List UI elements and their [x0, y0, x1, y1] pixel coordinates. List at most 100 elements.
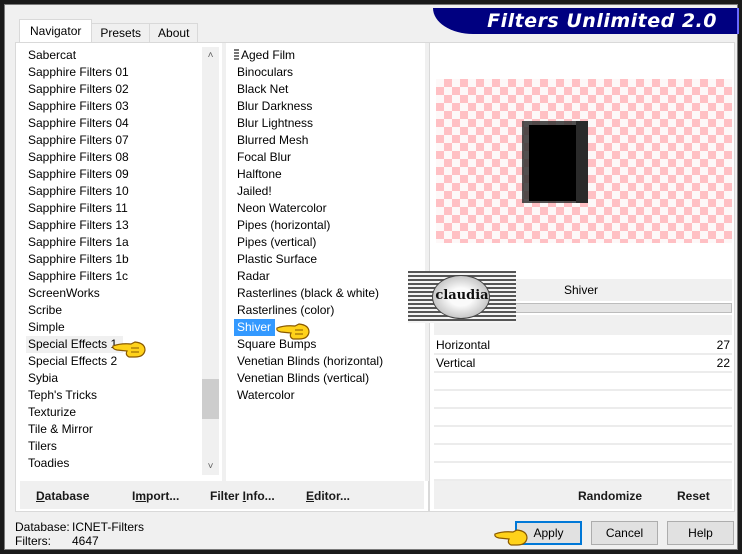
filter-item[interactable]: Neon Watercolor [234, 200, 424, 217]
editor-button[interactable]: Editor... [306, 489, 350, 503]
filter-item[interactable]: Plastic Surface [234, 251, 424, 268]
database-button[interactable]: Database [36, 489, 89, 503]
current-filter-name: Shiver [564, 283, 599, 297]
reset-button[interactable]: Reset [677, 489, 710, 503]
cancel-button[interactable]: Cancel [591, 521, 658, 545]
filter-item-label: Aged Film [241, 48, 296, 62]
category-item[interactable]: Sapphire Filters 1a [26, 234, 201, 251]
category-item[interactable]: Tile & Mirror [26, 421, 201, 438]
category-item[interactable]: Teph's Tricks [26, 387, 201, 404]
grip-icon [234, 49, 239, 60]
filter-item[interactable]: Aged Film [234, 47, 424, 64]
filter-item[interactable]: Binoculars [234, 64, 424, 81]
category-item[interactable]: Texturize [26, 404, 201, 421]
param-row-empty [434, 427, 732, 445]
watermark-text: claudia [435, 288, 489, 303]
pointing-hand-icon [276, 323, 310, 340]
list-divider [222, 43, 226, 481]
filter-item[interactable]: Black Net [234, 81, 424, 98]
status-area: Database: ICNET-Filters Filters: 4647 [15, 520, 144, 548]
banner-edge [737, 8, 739, 34]
category-item[interactable]: Sybia [26, 370, 201, 387]
category-item[interactable]: Special Effects 1 [26, 336, 124, 353]
category-item[interactable]: Sapphire Filters 03 [26, 98, 201, 115]
scrollbar-thumb[interactable] [202, 379, 219, 419]
filter-list[interactable]: Aged Film Binoculars Black Net Blur Darknes… [234, 47, 424, 404]
tab-navigator[interactable]: Navigator [19, 19, 93, 43]
category-item[interactable]: Sapphire Filters 1b [26, 251, 201, 268]
category-item[interactable]: Sapphire Filters 11 [26, 200, 201, 217]
filter-item[interactable]: Blur Darkness [234, 98, 424, 115]
category-list[interactable]: Sabercat Sapphire Filters 01 Sapphire Filt… [26, 47, 201, 475]
category-item[interactable]: Simple [26, 319, 201, 336]
filter-info-button[interactable]: Filter Info... [210, 489, 275, 503]
filter-item[interactable]: Rasterlines (black & white) [234, 285, 424, 302]
filter-item[interactable]: Focal Blur [234, 149, 424, 166]
category-item[interactable]: Sapphire Filters 13 [26, 217, 201, 234]
filters-unlimited-window: Filters Unlimited 2.0 Navigator Presets … [4, 4, 739, 550]
preview-canvas [436, 79, 732, 243]
filter-item[interactable]: Halftone [234, 166, 424, 183]
tab-about[interactable]: About [149, 23, 199, 43]
editor-button-label: ditor... [314, 489, 351, 503]
param-label: Horizontal [436, 338, 491, 352]
title-banner: Filters Unlimited 2.0 [433, 8, 739, 34]
tab-bar: Navigator Presets About [19, 19, 199, 43]
database-button-label: atabase [44, 489, 90, 503]
param-value: 27 [716, 338, 730, 352]
filter-item[interactable]: Pipes (vertical) [234, 234, 424, 251]
category-item[interactable]: Sapphire Filters 1c [26, 268, 201, 285]
status-database: Database: ICNET-Filters [15, 520, 144, 534]
category-item[interactable]: Toadies [26, 455, 201, 472]
filter-info-label-a: Filter [210, 489, 243, 503]
category-item[interactable]: Sabercat [26, 47, 201, 64]
filter-info-label-b: nfo... [246, 489, 275, 503]
filter-item[interactable]: Venetian Blinds (horizontal) [234, 353, 424, 370]
pointing-hand-icon [494, 529, 528, 546]
help-button[interactable]: Help [667, 521, 734, 545]
param-label: Vertical [436, 356, 476, 370]
navigator-button-bar: Database Import... Filter Info... Editor… [20, 481, 424, 509]
category-item[interactable]: Sapphire Filters 02 [26, 81, 201, 98]
category-item[interactable]: Sapphire Filters 01 [26, 64, 201, 81]
filter-item[interactable]: Pipes (horizontal) [234, 217, 424, 234]
filter-item[interactable]: Square Bumps [234, 336, 424, 353]
watermark-stamp: claudia [408, 271, 516, 323]
category-item[interactable]: ScreenWorks [26, 285, 201, 302]
scroll-down-icon[interactable]: ˅ [202, 458, 219, 475]
category-item[interactable]: Sapphire Filters 09 [26, 166, 201, 183]
category-scrollbar[interactable]: ˄ ˅ [202, 47, 219, 475]
category-item[interactable]: Sapphire Filters 04 [26, 115, 201, 132]
category-item[interactable]: Transparency [26, 472, 201, 475]
filter-item[interactable]: Blur Lightness [234, 115, 424, 132]
filter-item[interactable]: Venetian Blinds (vertical) [234, 370, 424, 387]
watermark-oval: claudia [432, 275, 490, 319]
category-item[interactable]: Sapphire Filters 08 [26, 149, 201, 166]
filter-item[interactable]: Jailed! [234, 183, 424, 200]
filter-item[interactable]: Rasterlines (color) [234, 302, 424, 319]
filter-item[interactable]: Watercolor [234, 387, 424, 404]
scroll-up-icon[interactable]: ˄ [202, 47, 219, 64]
tab-presets[interactable]: Presets [91, 23, 151, 43]
category-item[interactable]: Sapphire Filters 07 [26, 132, 201, 149]
category-item[interactable]: Scribe [26, 302, 201, 319]
category-item[interactable]: Sapphire Filters 10 [26, 183, 201, 200]
category-list-viewport: Sabercat Sapphire Filters 01 Sapphire Filt… [16, 43, 206, 475]
param-row-horizontal[interactable]: Horizontal 27 [434, 337, 732, 355]
param-row-empty [434, 373, 732, 391]
filter-item[interactable]: Blurred Mesh [234, 132, 424, 149]
import-button-label: port... [146, 489, 180, 503]
param-row-empty [434, 409, 732, 427]
category-item[interactable]: Tilers [26, 438, 201, 455]
pointing-hand-icon [112, 341, 146, 358]
param-row-vertical[interactable]: Vertical 22 [434, 355, 732, 373]
randomize-button[interactable]: Randomize [578, 489, 642, 503]
param-value: 22 [716, 356, 730, 370]
preview-button-bar: Randomize Reset [434, 481, 732, 509]
parameter-list: Horizontal 27 Vertical 22 [434, 337, 732, 481]
status-filters: Filters: 4647 [15, 534, 144, 548]
import-button[interactable]: Import... [132, 489, 179, 503]
filter-item[interactable]: Shiver [234, 319, 276, 336]
status-filters-value: 4647 [72, 534, 99, 548]
filter-item[interactable]: Radar [234, 268, 424, 285]
